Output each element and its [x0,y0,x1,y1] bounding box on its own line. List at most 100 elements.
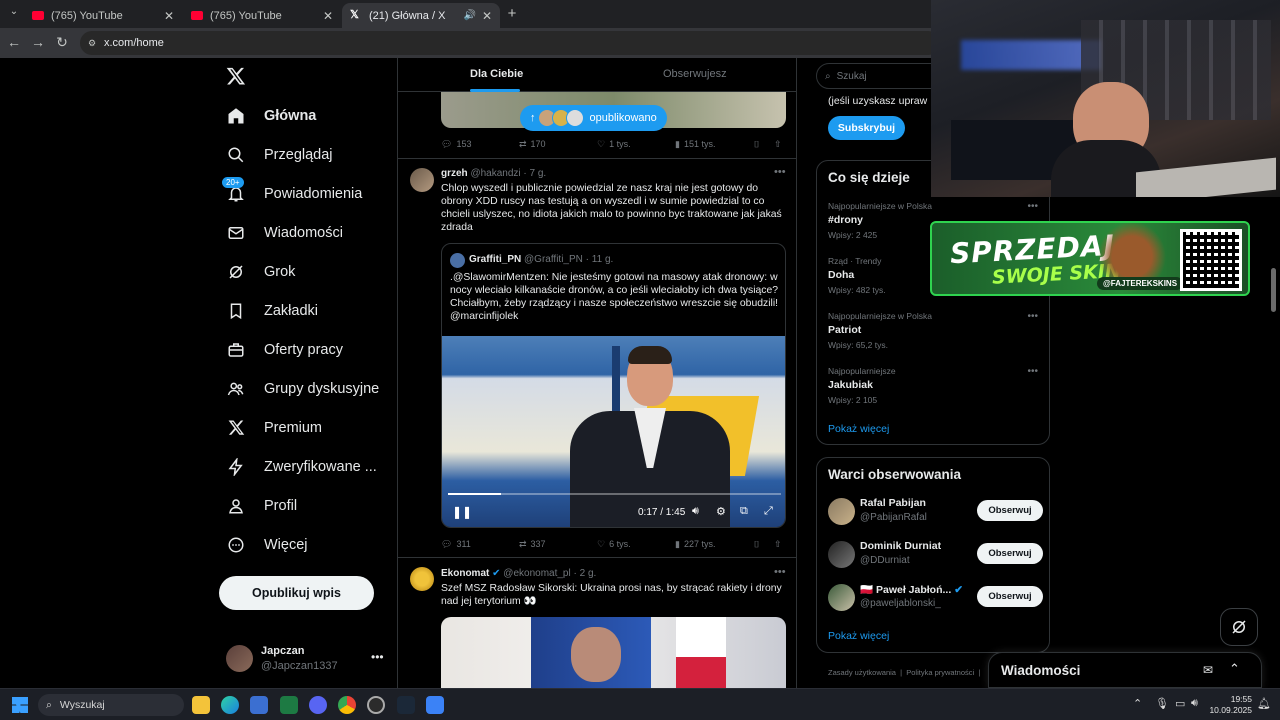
x-logo-icon[interactable] [226,66,246,91]
excel-icon[interactable] [280,696,298,714]
share-icon[interactable]: ⇧ [774,539,782,550]
sidebar-item-communities[interactable]: Grupy dyskusyjne [218,369,388,408]
suggested-user[interactable]: Dominik Durniat @DDurniat Obserwuj [828,539,1043,569]
tweet-time[interactable]: · 7 g. [523,168,546,179]
show-more-link[interactable]: Pokaż więcej [828,423,889,435]
tab-following[interactable]: Obserwujesz [663,68,727,80]
repost-button[interactable]: ⇄ 337 [519,539,546,550]
new-posts-pill[interactable]: ↑ opublikowano [520,105,667,131]
trend-item[interactable]: Najpopularniejsze Jakubiak Wpisy: 2 105 … [828,366,1038,405]
more-icon[interactable]: ••• [1027,201,1038,212]
volume-icon[interactable]: 🔊︎ [1191,697,1198,710]
tab-search-icon[interactable]: ⌄ [6,6,22,17]
sidebar-item-verified-orgs[interactable]: Zweryfikowane ... [218,447,388,486]
grok-floating-button[interactable] [1220,608,1258,646]
reload-icon[interactable]: ↻ [54,34,70,51]
more-icon[interactable]: ••• [1027,366,1038,377]
file-explorer-icon[interactable] [192,696,210,714]
back-icon[interactable]: ← [6,34,22,50]
speaker-icon[interactable]: 🔊 [464,10,476,21]
pause-icon[interactable]: ❚❚ [452,505,472,519]
close-icon[interactable]: ✕ [482,9,492,23]
windows-start-icon[interactable] [12,697,28,713]
sidebar-item-home[interactable]: Główna [218,96,388,135]
close-icon[interactable]: ✕ [323,9,333,23]
chrome-icon[interactable] [338,696,356,714]
footer-links[interactable]: Zasady użytkowania | Polityka prywatnośc… [828,668,980,677]
obs-icon[interactable] [367,696,385,714]
site-info-icon[interactable]: ⚙ [88,38,96,49]
sidebar-item-premium[interactable]: Premium [218,408,388,447]
browser-tab-3[interactable]: 𝕏 (21) Główna / X 🔊 ✕ [342,3,500,28]
fullscreen-icon[interactable]: ⤢ [764,505,773,518]
reply-button[interactable]: 💬︎ 311 [441,539,471,550]
sidebar-item-more[interactable]: Więcej [218,525,388,564]
author-name[interactable]: grzeh [441,168,468,179]
forward-icon[interactable]: → [30,34,46,50]
reply-button[interactable]: 💬︎ 153 [441,139,471,150]
repost-button[interactable]: ⇄ 170 [519,139,546,150]
suggested-user[interactable]: 🇵🇱 Paweł Jabłoń... ✔ @paweljablonski_ Ob… [828,582,1043,612]
chevron-up-icon[interactable]: ⌃ [1133,697,1142,710]
sidebar-item-messages[interactable]: Wiadomości [218,213,388,252]
edge-icon[interactable] [221,696,239,714]
tweet-media[interactable] [441,617,786,688]
bookmark-icon[interactable]: ⌷ [754,139,759,150]
video-progress[interactable] [448,493,781,495]
new-tab-icon[interactable]: + [504,5,520,22]
share-icon[interactable]: ⇧ [774,139,782,150]
views-button[interactable]: ▮ 227 tys. [675,539,715,550]
new-message-icon[interactable]: ✉ [1203,663,1213,677]
bookmark-icon[interactable]: ⌷ [754,539,759,550]
follow-button[interactable]: Obserwuj [977,543,1043,564]
follow-button[interactable]: Obserwuj [977,586,1043,607]
mic-icon[interactable]: 🎙︎ [1155,697,1169,710]
more-icon[interactable]: ••• [774,166,786,178]
like-button[interactable]: ♡ 6 tys. [597,539,631,550]
subscribe-button[interactable]: Subskrybuj [828,116,905,140]
more-icon[interactable]: ••• [1027,311,1038,322]
author-name[interactable]: Ekonomat [441,568,489,579]
notification-icon[interactable]: 🔔︎ [1257,697,1271,710]
settings-icon[interactable]: ⚙ [716,505,726,518]
like-button[interactable]: ♡ 1 tys. [597,139,631,150]
address-bar[interactable]: ⚙ x.com/home [80,31,940,55]
avatar[interactable] [410,567,434,591]
sidebar-item-jobs[interactable]: Oferty pracy [218,330,388,369]
follow-button[interactable]: Obserwuj [977,500,1043,521]
photos-icon[interactable] [426,696,444,714]
sidebar-item-profile[interactable]: Profil [218,486,388,525]
trend-item[interactable]: Najpopularniejsze w Polska Patriot Wpisy… [828,311,1038,350]
network-icon[interactable]: ▭ [1175,697,1185,710]
video-player[interactable]: ❚❚ 0:17 / 1:45 🔊︎ ⚙ ⧉ ⤢ [442,336,785,527]
more-icon[interactable]: ••• [774,566,786,578]
account-switcher[interactable]: Japczan @Japczan1337 ••• [226,642,386,680]
expand-icon[interactable]: ⌃ [1229,661,1240,677]
author-handle[interactable]: @hakandzi [470,168,520,179]
quoted-tweet[interactable]: Graffiti_PN @Graffiti_PN · 11 g. .@Slawo… [441,243,786,528]
store-icon[interactable] [250,696,268,714]
volume-icon[interactable]: 🔊︎ [692,505,699,518]
steam-icon[interactable] [397,696,415,714]
close-icon[interactable]: ✕ [164,9,174,23]
sidebar-item-grok[interactable]: Grok [218,252,388,291]
tab-for-you[interactable]: Dla Ciebie [470,68,523,80]
page-scrollbar[interactable] [1271,268,1276,312]
sidebar-item-explore[interactable]: Przeglądaj [218,135,388,174]
tweet-time[interactable]: · 2 g. [574,568,597,579]
browser-tab-2[interactable]: (765) YouTube ✕ [183,3,341,28]
sidebar-item-notifications[interactable]: 20+ Powiadomienia [218,174,388,213]
author-handle[interactable]: @ekonomat_pl [503,568,570,579]
pip-icon[interactable]: ⧉ [740,505,748,518]
suggested-user[interactable]: Rafal Pabijan @PabijanRafal Obserwuj [828,496,1043,526]
views-button[interactable]: ▮ 151 tys. [675,139,715,150]
system-clock[interactable]: 19:55 10.09.2025 [1208,694,1252,716]
show-more-link[interactable]: Pokaż więcej [828,630,889,642]
avatar[interactable] [410,168,434,192]
discord-icon[interactable] [309,696,327,714]
messages-drawer[interactable]: Wiadomości ✉ ⌃ [988,652,1262,688]
taskbar-search[interactable]: ⌕ Wyszukaj [38,694,184,716]
sidebar-item-bookmarks[interactable]: Zakładki [218,291,388,330]
browser-tab-1[interactable]: (765) YouTube ✕ [24,3,182,28]
post-button[interactable]: Opublikuj wpis [219,576,374,610]
